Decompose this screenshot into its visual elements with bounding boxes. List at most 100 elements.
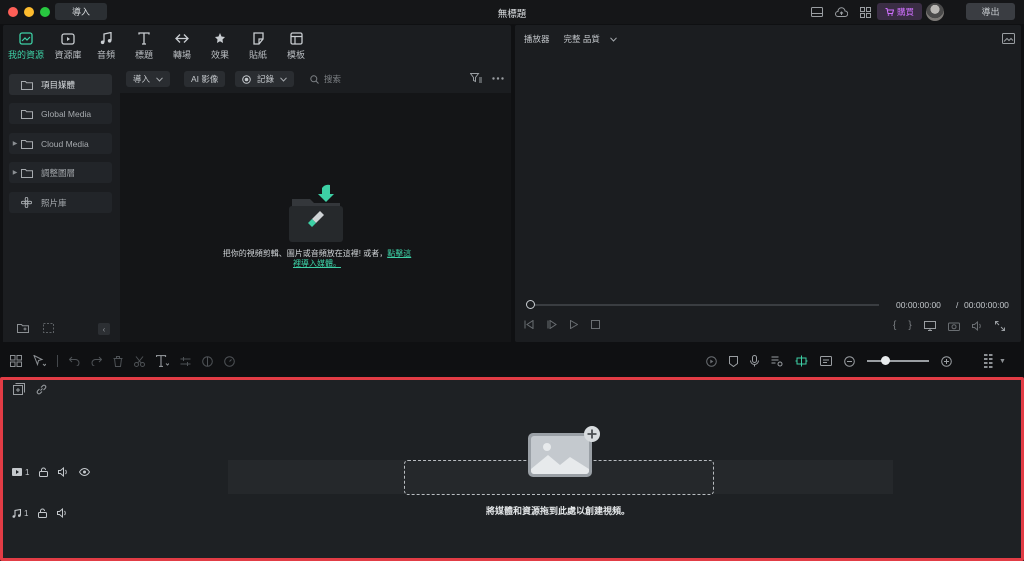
current-time: 00:00:00:00 (896, 300, 941, 310)
snap-magnet-icon[interactable] (795, 355, 808, 367)
mark-out-icon[interactable]: } (908, 320, 911, 331)
search-input[interactable]: 搜索 (324, 73, 341, 85)
marker-icon[interactable] (729, 355, 738, 367)
layout-icon[interactable] (810, 5, 824, 19)
redo-icon[interactable] (91, 356, 102, 366)
tab-titles[interactable]: 標題 (125, 25, 163, 65)
eye-icon[interactable] (79, 468, 91, 476)
tab-templates[interactable]: 模板 (277, 25, 315, 65)
play-icon[interactable] (570, 320, 578, 329)
zoom-slider-track (867, 360, 929, 362)
sidebar-item-global-media[interactable]: Global Media (9, 103, 112, 124)
smart-folder-icon[interactable] (43, 323, 54, 333)
speaker-icon[interactable] (57, 508, 68, 518)
add-media-image-icon[interactable] (526, 425, 602, 481)
tab-my-media[interactable]: 我的資源 (3, 25, 49, 65)
tab-stock[interactable]: 資源庫 (49, 25, 87, 65)
buy-button[interactable]: 購買 (877, 3, 922, 20)
sidebar-item-cloud-media[interactable]: ▶ Cloud Media (9, 133, 112, 154)
tab-label: 我的資源 (7, 50, 44, 60)
color-match-icon[interactable] (202, 355, 213, 367)
delete-icon[interactable] (113, 355, 123, 367)
previous-frame-icon[interactable] (524, 320, 534, 329)
search-icon (310, 74, 319, 84)
lock-icon[interactable] (39, 467, 49, 477)
media-tabs: 我的資源 資源庫 音頻 標題 轉場 效果 貼紙 模板 (3, 25, 511, 65)
record-dropdown[interactable]: 記錄 (235, 71, 295, 87)
tab-label: 模板 (286, 50, 305, 60)
mark-in-icon[interactable]: { (893, 320, 896, 331)
volume-icon[interactable] (971, 320, 983, 331)
chevron-down-icon[interactable]: ▼ (999, 358, 1006, 365)
tab-transitions[interactable]: 轉場 (163, 25, 201, 65)
collapse-sidebar-button[interactable]: ‹ (98, 323, 110, 335)
adjust-icon[interactable] (180, 356, 191, 367)
folder-icon (21, 168, 35, 178)
filter-icon[interactable] (470, 73, 482, 83)
text-tool-icon[interactable] (156, 355, 169, 367)
import-media-folder-icon[interactable] (286, 183, 346, 245)
lock-icon[interactable] (38, 508, 48, 518)
quality-dropdown[interactable]: 完整 品質 (564, 33, 617, 45)
stop-icon[interactable] (591, 320, 600, 329)
more-options-icon[interactable] (492, 76, 504, 80)
fullscreen-icon[interactable] (994, 320, 1005, 331)
folder-icon (21, 139, 35, 149)
media-import-dropdown[interactable]: 導入 (126, 71, 171, 87)
sidebar-item-photo-library[interactable]: 照片庫 (9, 192, 112, 213)
grid-icon[interactable] (858, 5, 872, 19)
new-folder-icon[interactable] (17, 323, 29, 333)
sidebar-item-label: 項目媒體 (41, 79, 76, 90)
undo-icon[interactable] (69, 356, 80, 366)
sidebar-item-adjustment-layers[interactable]: ▶ 調整圖層 (9, 162, 112, 183)
record-icon (242, 74, 251, 84)
snapshot-icon[interactable] (947, 321, 960, 331)
track-layout-icon[interactable] (984, 354, 993, 368)
tab-audio[interactable]: 音頻 (87, 25, 125, 65)
timeline-area[interactable]: 1 1 將媒體和資源拖到此處以創建視頻。 (0, 377, 1024, 561)
layout-grid-icon[interactable] (10, 355, 22, 367)
link-icon[interactable] (36, 384, 47, 395)
drop-media-instructions: 把你的視頻剪輯、圖片或音頻放在這裡! 或者，點擊這裡導入媒體。 (220, 249, 414, 269)
sticker-icon (252, 32, 264, 45)
tab-label: 轉場 (172, 50, 191, 60)
timeline-zoom-slider[interactable] (867, 355, 929, 367)
media-search[interactable]: 搜索 (310, 71, 341, 87)
expand-caret-icon[interactable]: ▶ (9, 169, 21, 176)
select-pointer-icon[interactable] (33, 355, 46, 367)
render-preview-icon[interactable] (706, 355, 717, 367)
image-view-icon[interactable] (1002, 33, 1015, 44)
step-forward-icon[interactable] (547, 320, 557, 329)
zoom-slider-knob[interactable] (881, 356, 890, 365)
tab-label: 音頻 (96, 50, 115, 60)
avatar[interactable] (926, 3, 944, 21)
cloud-icon[interactable] (834, 5, 848, 19)
folder-media-icon (19, 32, 33, 45)
speed-icon[interactable] (224, 355, 235, 367)
music-icon (100, 32, 112, 45)
tab-effects[interactable]: 效果 (201, 25, 239, 65)
speaker-icon[interactable] (58, 467, 69, 477)
export-button[interactable]: 導出 (966, 3, 1015, 20)
media-library-area: 導入 AI 影像 記錄 搜索 把你的視頻剪輯、圖片或音頻放在這裡! 或者，點擊這… (120, 65, 511, 342)
audio-track-label: 1 (12, 508, 28, 518)
video-track-label: 1 (12, 468, 29, 477)
title-bar: 導入 無標題 購買 導出 (0, 0, 1024, 24)
split-scissors-icon[interactable] (134, 355, 145, 367)
sidebar-item-project-media[interactable]: 項目媒體 (9, 74, 112, 95)
display-settings-icon[interactable] (923, 320, 936, 331)
expand-caret-icon[interactable]: ▶ (9, 140, 21, 147)
microphone-icon[interactable] (750, 355, 759, 367)
tab-stickers[interactable]: 貼紙 (239, 25, 277, 65)
media-panel: 我的資源 資源庫 音頻 標題 轉場 效果 貼紙 模板 項目媒體 Global M… (3, 25, 511, 342)
playback-progress-bar[interactable] (527, 304, 879, 306)
cart-icon (885, 7, 894, 16)
add-track-icon[interactable] (13, 383, 25, 395)
ai-image-button[interactable]: AI 影像 (184, 71, 226, 87)
zoom-in-icon[interactable] (941, 355, 952, 367)
audio-mix-icon[interactable] (771, 355, 783, 367)
playhead-knob[interactable] (526, 300, 535, 309)
zoom-out-icon[interactable] (844, 355, 855, 367)
record-label: 記錄 (257, 74, 275, 84)
subtitle-icon[interactable] (820, 356, 832, 366)
